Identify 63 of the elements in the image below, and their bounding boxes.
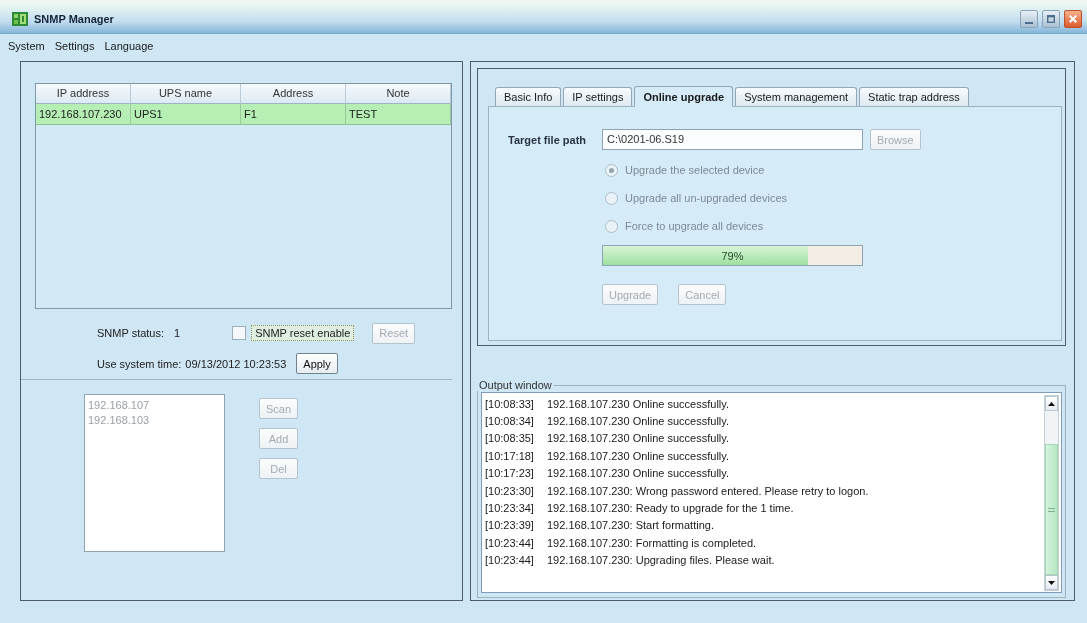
tab[interactable]: Basic Info — [495, 87, 562, 106]
menu-item[interactable]: Settings — [52, 38, 97, 54]
minimize-button[interactable] — [1020, 10, 1038, 28]
tab[interactable]: IP settings — [563, 87, 633, 106]
up-triangle-icon — [1048, 401, 1055, 406]
tab[interactable]: Online upgrade — [634, 86, 734, 107]
time-value: 09/13/2012 10:23:53 — [185, 357, 287, 370]
scrollbar[interactable] — [1044, 395, 1059, 591]
maximize-button[interactable] — [1042, 10, 1060, 28]
group-title: Output window — [478, 379, 553, 391]
log-time: [10:17:23] — [485, 467, 535, 480]
log-message: 192.168.107.230: Upgrading files. Please wait. — [547, 554, 775, 567]
checkbox-label[interactable]: SNMP reset enable — [251, 325, 355, 341]
log-message: 192.168.107.230: Formatting is completed. — [547, 536, 757, 549]
tab[interactable]: System management — [735, 87, 858, 106]
column-header: UPS name — [131, 84, 241, 104]
column-header: Address — [241, 84, 346, 104]
time-label: Use system time: — [97, 357, 182, 370]
log-time: [10:08:33] — [485, 397, 535, 410]
menu-item[interactable]: System — [6, 38, 47, 54]
maximize-icon — [1047, 15, 1055, 23]
menu-item[interactable]: Language — [102, 38, 156, 54]
log-message: 192.168.107.230 Online successfully. — [547, 432, 730, 445]
table-cell: 192.168.107.230 — [36, 104, 131, 124]
log-message: 192.168.107.230: Start formatting. — [547, 519, 714, 532]
log-message: 192.168.107.230 Online successfully. — [547, 397, 730, 410]
checkbox-icon[interactable] — [232, 326, 247, 340]
column-header: Note — [346, 84, 451, 104]
status-label: SNMP status: — [97, 327, 165, 339]
file-path-field[interactable]: C:\0201-06.S19 — [602, 129, 863, 150]
log-time: [10:08:35] — [485, 432, 535, 445]
table-cell: F1 — [241, 104, 346, 124]
log-time: [10:23:44] — [485, 554, 535, 567]
log-time: [10:23:34] — [485, 502, 535, 515]
log-message: 192.168.107.230 Online successfully. — [547, 467, 730, 480]
log-message: 192.168.107.230: Ready to upgrade for the 1 time. — [547, 502, 794, 515]
log-time: [10:17:18] — [485, 449, 535, 462]
close-button[interactable] — [1064, 10, 1082, 28]
scroll-up-button[interactable] — [1045, 396, 1058, 411]
apply-button[interactable]: Apply — [296, 353, 338, 374]
tab[interactable]: Static trap address — [859, 87, 969, 106]
log-time: [10:23:44] — [485, 536, 535, 549]
table-row[interactable]: 192.168.107.230 UPS1 F1 TEST — [36, 104, 451, 125]
app-icon — [12, 12, 28, 26]
status-value: 1 — [174, 327, 181, 339]
down-triangle-icon — [1048, 580, 1055, 585]
log-time: [10:08:34] — [485, 415, 535, 428]
log-message: 192.168.107.230 Online successfully. — [547, 415, 730, 428]
progress-text: 79% — [721, 249, 744, 262]
table-cell: TEST — [346, 104, 451, 124]
scroll-down-button[interactable] — [1045, 575, 1058, 590]
close-icon — [1069, 15, 1077, 23]
log-message: 192.168.107.230 Online successfully. — [547, 449, 730, 462]
log-time: [10:23:39] — [485, 519, 535, 532]
log-time: [10:23:30] — [485, 484, 535, 497]
minimize-icon — [1025, 22, 1033, 24]
grip-icon — [1048, 507, 1055, 512]
table-cell: UPS1 — [131, 104, 241, 124]
log-message: 192.168.107.230: Wrong password entered. Please retry to logon. — [547, 484, 869, 497]
window-title: SNMP Manager — [34, 13, 114, 25]
field-label: Target file path — [508, 133, 588, 146]
column-header: IP address — [36, 84, 131, 104]
scrollbar-thumb[interactable] — [1045, 444, 1058, 575]
